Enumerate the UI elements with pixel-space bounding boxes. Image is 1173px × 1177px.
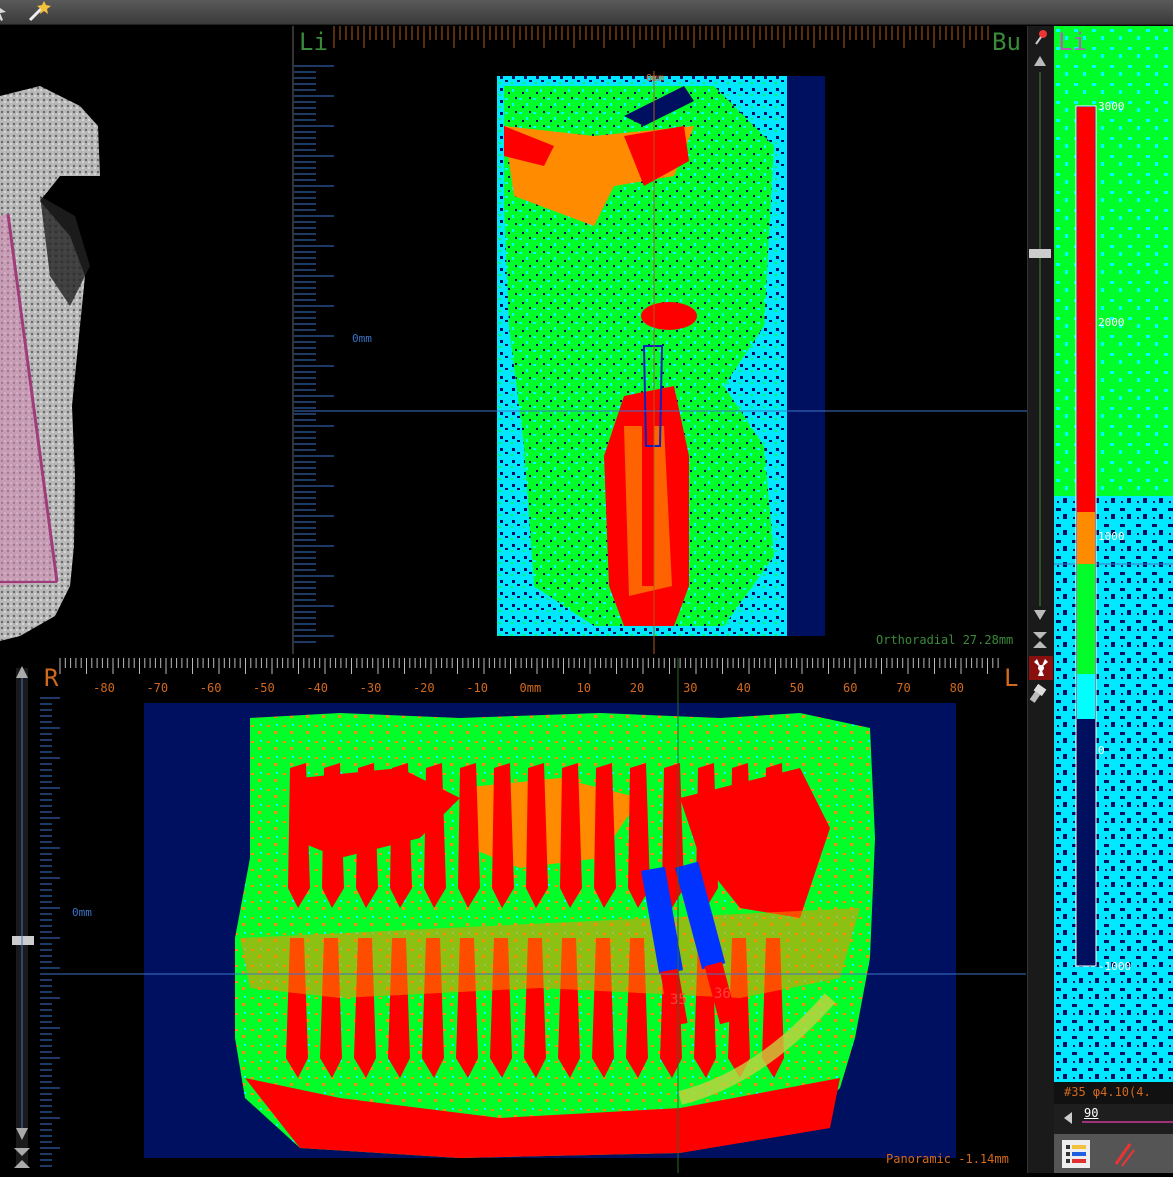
panoramic-horizontal-ruler: -80 -70 -60 -50 -40 -30 -20 -10 0mm 10 20 30 40 50 60 7… <box>59 658 999 695</box>
pano-tick-label: 60 <box>843 681 857 695</box>
scale-label-2000: 2000 <box>1098 316 1125 329</box>
orthoradial-vertical-ruler <box>294 65 334 643</box>
pano-label-right: R <box>44 664 59 692</box>
panoramic-left-ruler <box>40 697 60 1167</box>
panoramic-view[interactable]: -80 -70 -60 -50 -40 -30 -20 -10 0mm 10 20 30 40 50 60 7… <box>40 658 1026 1173</box>
arrow-left-icon <box>1064 1112 1072 1124</box>
scale-label-minus-1000: -1000 <box>1098 960 1132 973</box>
pano-center-mm-label: 0mm <box>72 906 92 919</box>
implant-36-label[interactable]: 36 <box>714 986 731 1002</box>
pano-tick-label: 20 <box>630 681 644 695</box>
slider-value[interactable]: 90 <box>1084 1106 1098 1120</box>
ortho-label-buccal: Bu <box>992 28 1021 56</box>
orthoradial-view[interactable]: Li Bu 0mm 0mm Orthoradial 27.28mm <box>292 26 1028 654</box>
flashlight-icon <box>1029 683 1047 703</box>
ortho-center-mm-label: 0mm <box>352 332 372 345</box>
implant-info-text: #35 φ4.10(4. <box>1064 1085 1151 1099</box>
pin-icon <box>1035 30 1047 45</box>
implant-info-bar: #35 φ4.10(4. <box>1054 1082 1173 1104</box>
layers-icon[interactable] <box>1062 1140 1090 1168</box>
pano-tick-label: -60 <box>200 681 222 695</box>
pano-tick-label: -20 <box>413 681 435 695</box>
fit-icon <box>1033 632 1047 648</box>
implant-35-label[interactable]: 35 <box>670 992 687 1008</box>
pano-tick-label: -50 <box>253 681 275 695</box>
right-tool-bar <box>1054 1134 1173 1173</box>
pano-tick-label: -30 <box>360 681 382 695</box>
cursor-icon[interactable] <box>0 2 14 24</box>
ortho-status-text: Orthoradial 27.28mm <box>876 633 1014 647</box>
pano-tick-label: 50 <box>790 681 804 695</box>
pano-tick-label: -10 <box>466 681 488 695</box>
orthoradial-horizontal-ruler <box>333 26 989 48</box>
arrow-down-icon <box>1034 610 1046 620</box>
pano-tick-label: -40 <box>306 681 328 695</box>
panoramic-vertical-ruler-panel <box>0 658 40 1173</box>
pano-tick-label: 70 <box>896 681 910 695</box>
right-slider-control[interactable]: 90 <box>1054 1104 1173 1134</box>
pano-tick-label: 30 <box>683 681 697 695</box>
pano-tick-label: 80 <box>950 681 964 695</box>
top-toolbar <box>0 0 1173 25</box>
magic-wand-icon[interactable] <box>26 0 51 22</box>
pano-tick-label: 10 <box>576 681 590 695</box>
right-control-strip <box>1027 26 1054 1173</box>
right-label-lingual: Li <box>1058 28 1087 56</box>
ortho-top-mm-label: 0mm <box>646 73 665 84</box>
scale-label-3000: 3000 <box>1098 100 1125 113</box>
scale-label-0: 0 <box>1098 744 1105 757</box>
pano-tick-label: 0mm <box>520 681 542 695</box>
pano-tick-label: -70 <box>146 681 168 695</box>
ortho-label-lingual: Li <box>299 28 328 56</box>
3d-view-panel[interactable] <box>0 26 289 654</box>
pano-tick-label: -80 <box>93 681 115 695</box>
arrow-up-icon <box>1034 56 1046 66</box>
scale-label-1000: 1000 <box>1098 530 1125 543</box>
pano-tick-label: 40 <box>736 681 750 695</box>
pen-icon[interactable] <box>1110 1140 1138 1168</box>
ortho-slider-handle <box>1029 249 1051 258</box>
pano-label-left: L <box>1004 664 1019 692</box>
right-density-view[interactable]: Li 3000 2000 1000 0 -1000 <box>1054 26 1173 1106</box>
slider-handle <box>12 936 34 945</box>
pano-status-text: Panoramic -1.14mm <box>886 1152 1009 1166</box>
